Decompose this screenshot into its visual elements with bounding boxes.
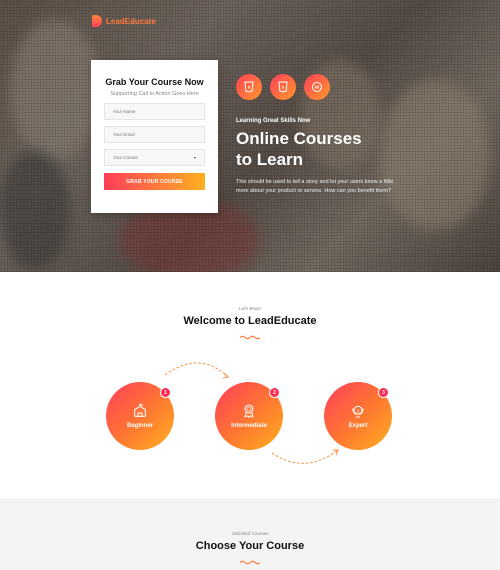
school-icon [134,403,146,417]
svg-text:1: 1 [357,408,360,413]
step-label: Beginner [126,423,153,429]
css3-icon: 3 [270,74,296,100]
form-title: Grab Your Course Now [105,77,204,87]
choose-pretitle: Unlimited Courses [231,531,269,536]
award-icon [244,404,254,418]
hero-headline-line2: to Learn [236,150,304,169]
site-logo[interactable]: LeadEducate [92,15,156,27]
welcome-title: Welcome to LeadEducate [183,315,317,327]
course-select[interactable]: Your Course ▾ [104,149,205,166]
trophy-icon: 1 [352,405,364,418]
tech-icons: 5 3 W [236,74,330,100]
welcome-pretitle: Let's Begin [238,306,262,311]
name-input-placeholder: Your Name [113,109,136,114]
svg-text:W: W [315,86,320,91]
svg-text:3: 3 [282,85,285,90]
squiggle-divider-icon [240,335,260,340]
choose-title: Choose Your Course [195,540,305,552]
chevron-down-icon: ▾ [193,155,196,160]
hero-description: This should be used to tell a story and … [236,179,394,194]
grab-course-button[interactable]: GRAB YOUR COURSE [104,173,205,190]
email-input-placeholder: Your Email [113,132,135,137]
name-input[interactable]: Your Name [104,103,205,120]
logo-text: LeadEducate [106,16,156,26]
email-input[interactable]: Your Email [104,126,205,143]
logo-mark-icon [92,15,102,27]
wordpress-icon: W [304,74,330,100]
course-select-value: Your Course [113,155,138,160]
html5-icon: 5 [236,74,262,100]
svg-text:5: 5 [248,85,251,90]
lead-form-card: Grab Your Course Now Supporting Call to … [91,60,218,213]
step-number-badge: 2 [269,387,280,398]
hero-headline-line1: Online Courses [236,129,362,148]
step-number-badge: 1 [160,387,171,398]
step-label: Intermediate [231,423,267,429]
step-label: Expert [348,423,368,429]
hero-kicker: Learning Great Skills Now [236,118,311,124]
form-subtitle: Supporting Call to Action Goes Here [110,91,199,97]
step-number-badge: 3 [378,387,389,398]
squiggle-divider-icon [240,560,260,565]
hero-headline: Online Courses to Learn [236,128,362,170]
